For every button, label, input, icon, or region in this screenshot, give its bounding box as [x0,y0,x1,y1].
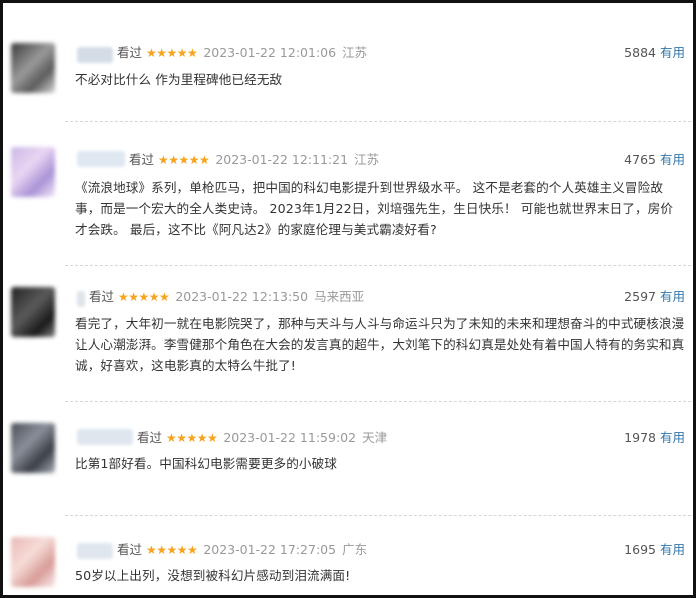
watched-label: 看过 [117,542,143,557]
vote-area: 1695 有用 [624,540,685,560]
useful-button[interactable]: 有用 [660,152,685,167]
username-blurred[interactable] [77,291,85,307]
vote-count: 1978 [624,430,656,445]
vote-count: 2597 [624,289,656,304]
vote-count: 4765 [624,152,656,167]
comment-time: 2023-01-22 12:01:06 [203,45,337,60]
comment-time: 2023-01-22 11:59:02 [223,430,357,445]
comment-time: 2023-01-22 17:27:05 [203,542,337,557]
avatar[interactable] [11,43,55,93]
comment-text: 50岁以上出列，没想到被科幻片感动到泪流满面! [75,568,351,583]
star-rating: ★★★★★ [118,290,170,304]
star-rating: ★★★★★ [166,431,218,445]
comment-meta: 看过 ★★★★★ 2023-01-22 12:01:06 江苏 [117,43,367,63]
watched-label: 看过 [117,45,143,60]
comments-panel: 看过 ★★★★★ 2023-01-22 12:01:06 江苏 5884 有用 不必对比… [0,0,696,598]
username-blurred[interactable] [77,151,125,167]
username-blurred[interactable] [77,429,133,445]
comment-time: 2023-01-22 12:13:50 [175,289,309,304]
vote-count: 1695 [624,542,656,557]
comment-location: 马来西亚 [314,289,365,304]
vote-area: 2597 有用 [624,287,685,307]
username-blurred[interactable] [77,543,113,559]
avatar[interactable] [11,287,55,337]
vote-area: 1978 有用 [624,428,685,448]
avatar[interactable] [11,537,55,587]
comment-text: 看完了，大年初一就在电影院哭了，那种与天斗与人斗与命运斗只为了未知的未来和理想奋… [75,316,685,373]
star-rating: ★★★★★ [146,46,198,60]
useful-button[interactable]: 有用 [660,430,685,445]
divider [65,121,691,122]
watched-label: 看过 [129,152,155,167]
comment-meta: 看过 ★★★★★ 2023-01-22 12:11:21 江苏 [129,150,379,170]
comment-location: 江苏 [354,152,380,167]
divider [65,265,691,266]
watched-label: 看过 [89,289,115,304]
star-rating: ★★★★★ [146,543,198,557]
divider [65,515,691,516]
avatar[interactable] [11,423,55,473]
vote-count: 5884 [624,45,656,60]
vote-area: 5884 有用 [624,43,685,63]
comment-text: 《流浪地球》系列，单枪匹马，把中国的科幻电影提升到世界级水平。 这不是老套的个人… [75,180,674,237]
username-blurred[interactable] [77,47,113,63]
vote-area: 4765 有用 [624,150,685,170]
avatar[interactable] [11,147,55,197]
comment-time: 2023-01-22 12:11:21 [215,152,349,167]
comment-location: 江苏 [342,45,368,60]
comment-meta: 看过 ★★★★★ 2023-01-22 17:27:05 广东 [117,540,367,560]
comment-meta: 看过 ★★★★★ 2023-01-22 12:13:50 马来西亚 [89,287,364,307]
divider [65,401,691,402]
useful-button[interactable]: 有用 [660,45,685,60]
comment-location: 天津 [362,430,388,445]
comment-text: 不必对比什么 作为里程碑他已经无敌 [75,72,283,87]
comment-meta: 看过 ★★★★★ 2023-01-22 11:59:02 天津 [137,428,387,448]
useful-button[interactable]: 有用 [660,542,685,557]
comment-text: 比第1部好看。中国科幻电影需要更多的小破球 [75,456,337,471]
star-rating: ★★★★★ [158,153,210,167]
watched-label: 看过 [137,430,163,445]
useful-button[interactable]: 有用 [660,289,685,304]
comment-location: 广东 [342,542,368,557]
